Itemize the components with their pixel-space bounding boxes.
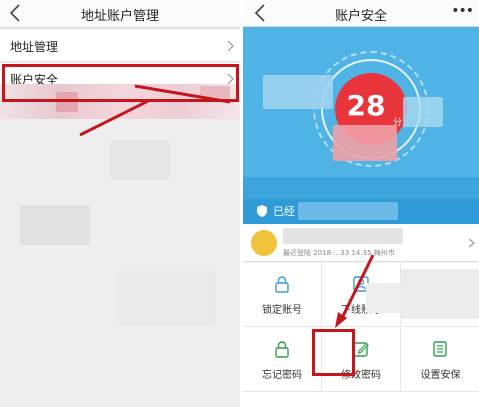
account-security-screen: 账户安全 ••• 28 分 已经 最近登陆 2018-...33 14:35 梅… xyxy=(243,0,479,407)
screenshot-stage: 地址账户管理 地址管理 账户安全 账户安全 ••• 28 分 已经 最近登陆 2… xyxy=(0,0,479,407)
annotation-arrow xyxy=(335,254,375,328)
annotation-arrow xyxy=(79,84,231,137)
address-account-screen: 地址账户管理 地址管理 账户安全 xyxy=(0,0,240,407)
